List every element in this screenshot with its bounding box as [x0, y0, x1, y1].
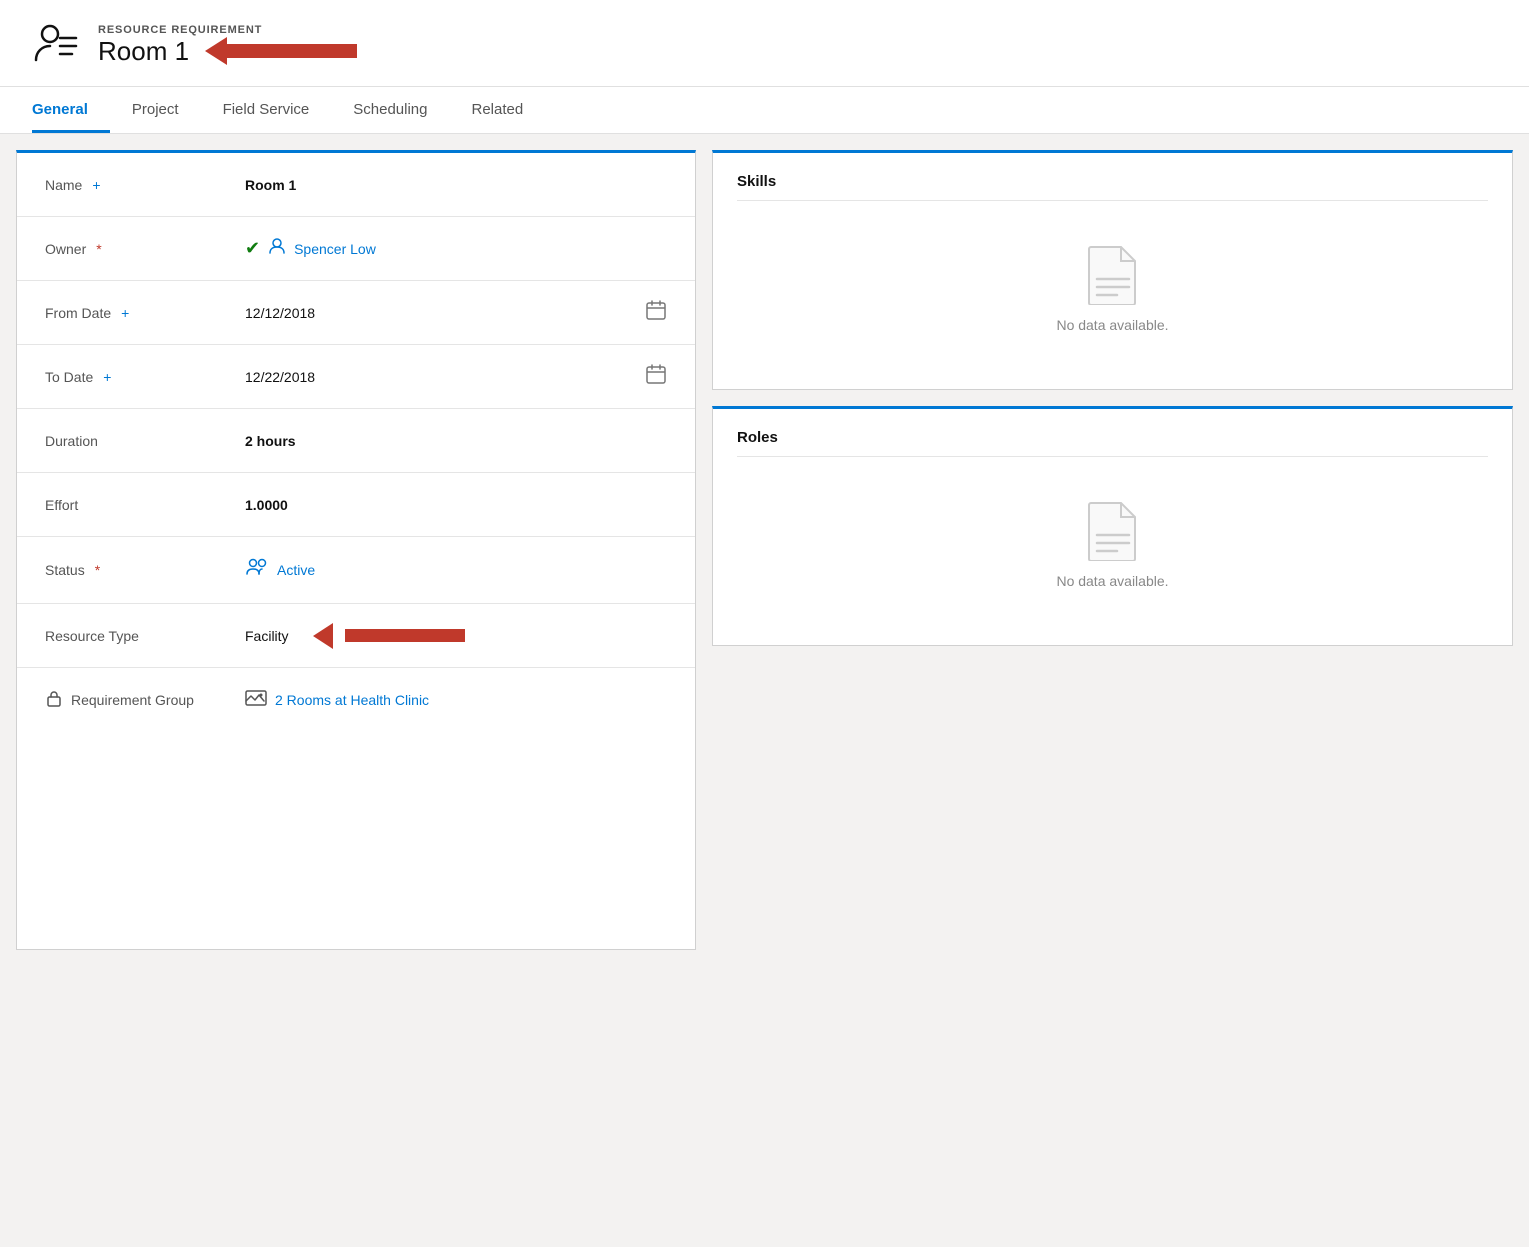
- field-from-date: From Date + 12/12/2018: [17, 281, 695, 345]
- skills-section: Skills No data available.: [712, 150, 1513, 390]
- tab-scheduling[interactable]: Scheduling: [331, 87, 449, 133]
- value-requirement-group[interactable]: 2 Rooms at Health Clinic: [245, 688, 667, 713]
- field-status: Status * Active: [17, 537, 695, 604]
- label-from-date: From Date +: [45, 305, 245, 321]
- right-panel: Skills No data available. Roles: [712, 150, 1513, 646]
- required-indicator-from-date: +: [121, 305, 129, 321]
- value-effort[interactable]: 1.0000: [245, 497, 667, 513]
- required-indicator-status: *: [95, 562, 100, 578]
- skills-no-data: No data available.: [737, 215, 1488, 353]
- value-to-date[interactable]: 12/22/2018: [245, 363, 667, 390]
- value-name[interactable]: Room 1: [245, 177, 667, 193]
- skills-title: Skills: [737, 173, 1488, 201]
- lock-icon: [45, 689, 63, 712]
- tab-general[interactable]: General: [32, 87, 110, 133]
- arrow-body: [227, 44, 357, 58]
- tab-field-service[interactable]: Field Service: [201, 87, 332, 133]
- roles-no-data-text: No data available.: [1056, 573, 1168, 589]
- value-duration[interactable]: 2 hours: [245, 433, 667, 449]
- title-arrow-indicator: [205, 37, 357, 65]
- header-title-row: Room 1: [98, 36, 357, 67]
- label-status: Status *: [45, 562, 245, 578]
- label-effort: Effort: [45, 497, 245, 513]
- value-resource-type[interactable]: Facility: [245, 623, 667, 649]
- skills-no-data-text: No data available.: [1056, 317, 1168, 333]
- arrow-head-resource: [313, 623, 333, 649]
- page-header: RESOURCE REQUIREMENT Room 1: [0, 0, 1529, 87]
- required-indicator-owner: *: [96, 241, 101, 257]
- arrow-head: [205, 37, 227, 65]
- roles-title: Roles: [737, 429, 1488, 457]
- field-owner: Owner * ✔ Spencer Low: [17, 217, 695, 281]
- required-indicator-to-date: +: [103, 369, 111, 385]
- label-name: Name +: [45, 177, 245, 193]
- header-text-block: RESOURCE REQUIREMENT Room 1: [98, 24, 357, 67]
- required-indicator-name: +: [92, 177, 100, 193]
- label-duration: Duration: [45, 433, 245, 449]
- calendar-icon-to[interactable]: [645, 363, 667, 390]
- tab-bar: General Project Field Service Scheduling…: [0, 87, 1529, 134]
- field-to-date: To Date + 12/22/2018: [17, 345, 695, 409]
- roles-section: Roles No data available.: [712, 406, 1513, 646]
- roles-empty-icon: [1087, 501, 1139, 561]
- label-requirement-group: Requirement Group: [45, 689, 245, 712]
- header-subtitle: RESOURCE REQUIREMENT: [98, 24, 357, 36]
- roles-no-data: No data available.: [737, 471, 1488, 609]
- owner-person-icon: [268, 237, 286, 260]
- form-panel: Name + Room 1 Owner * ✔ Spencer Low: [16, 150, 696, 950]
- field-resource-type: Resource Type Facility: [17, 604, 695, 668]
- tab-project[interactable]: Project: [110, 87, 201, 133]
- field-name: Name + Room 1: [17, 153, 695, 217]
- field-effort: Effort 1.0000: [17, 473, 695, 537]
- skills-empty-icon: [1087, 245, 1139, 305]
- value-owner[interactable]: ✔ Spencer Low: [245, 237, 667, 260]
- req-group-image-icon: [245, 688, 267, 713]
- owner-check-icon: ✔: [245, 238, 260, 259]
- resource-requirement-icon: [32, 18, 80, 72]
- calendar-icon-from[interactable]: [645, 299, 667, 326]
- field-duration: Duration 2 hours: [17, 409, 695, 473]
- value-status[interactable]: Active: [245, 555, 667, 585]
- label-to-date: To Date +: [45, 369, 245, 385]
- page-title: Room 1: [98, 36, 189, 67]
- status-group-icon: [245, 555, 269, 585]
- label-resource-type: Resource Type: [45, 628, 245, 644]
- tab-related[interactable]: Related: [450, 87, 546, 133]
- field-requirement-group: Requirement Group 2 Rooms at Health Clin…: [17, 668, 695, 732]
- label-owner: Owner *: [45, 241, 245, 257]
- value-from-date[interactable]: 12/12/2018: [245, 299, 667, 326]
- resource-type-arrow-indicator: [313, 623, 465, 649]
- main-content: Name + Room 1 Owner * ✔ Spencer Low: [0, 134, 1529, 966]
- arrow-body-resource: [345, 629, 465, 642]
